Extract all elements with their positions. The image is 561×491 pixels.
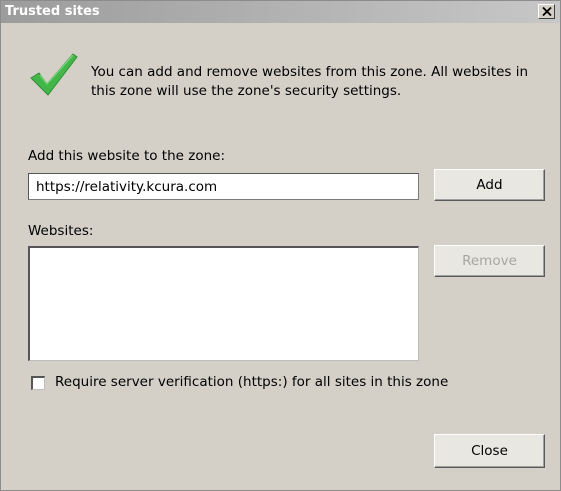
add-button[interactable]: Add	[434, 169, 545, 201]
info-message: You can add and remove websites from thi…	[91, 64, 529, 99]
websites-label: Websites:	[28, 223, 94, 239]
remove-button[interactable]: Remove	[434, 245, 545, 277]
title-bar[interactable]: Trusted sites	[1, 1, 560, 23]
website-url-input[interactable]	[28, 173, 419, 200]
green-checkmark-icon	[30, 53, 78, 96]
title-close-button[interactable]	[538, 4, 555, 19]
require-https-label[interactable]: Require server verification (https:) for…	[55, 374, 448, 390]
close-button[interactable]: Close	[434, 434, 545, 468]
require-https-checkbox[interactable]	[31, 376, 45, 390]
trusted-sites-dialog: Trusted sites You can add and remove web…	[0, 0, 561, 491]
add-website-label: Add this website to the zone:	[28, 148, 225, 164]
close-icon	[542, 7, 552, 16]
websites-list[interactable]	[28, 246, 419, 361]
dialog-title: Trusted sites	[5, 4, 100, 19]
